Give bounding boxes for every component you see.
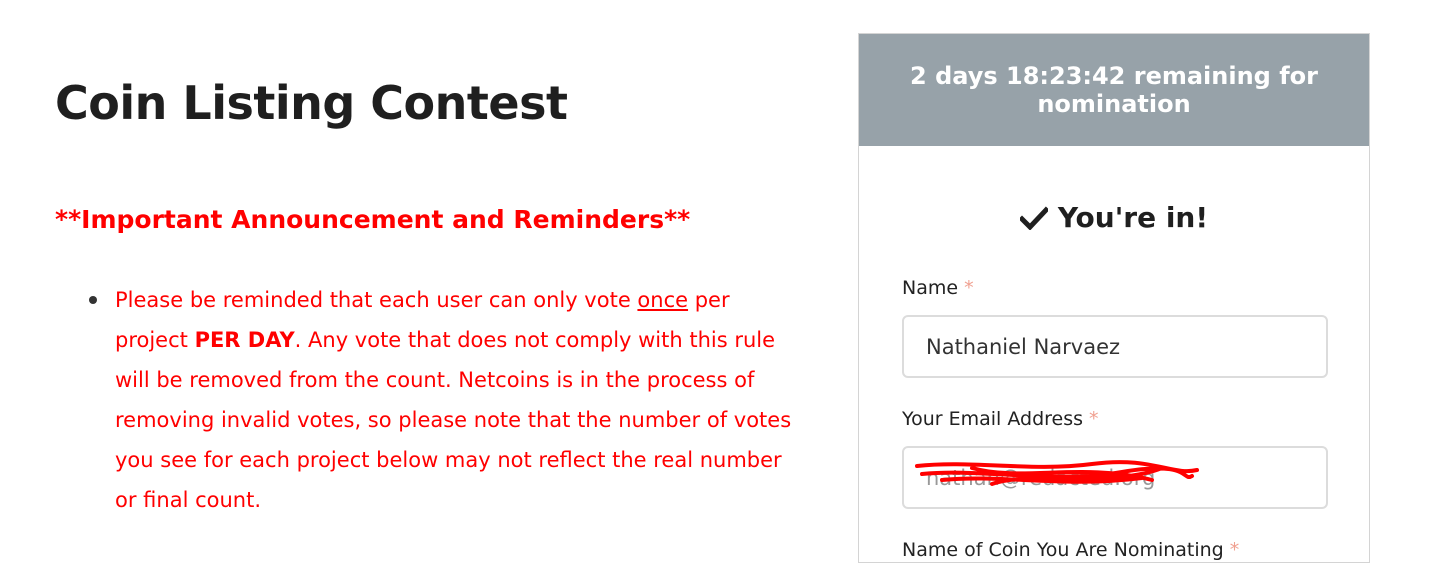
coin-label: Name of Coin You Are Nominating *	[902, 539, 1239, 561]
coin-label-text: Name of Coin You Are Nominating	[902, 539, 1224, 561]
required-mark: *	[1229, 539, 1240, 561]
email-label: Your Email Address *	[902, 408, 1099, 430]
required-mark: *	[1089, 408, 1099, 430]
name-label-text: Name	[902, 277, 959, 299]
email-label-text: Your Email Address	[902, 408, 1084, 430]
countdown-banner: 2 days 18:23:42 remaining for nomination	[859, 34, 1369, 146]
nomination-card: 2 days 18:23:42 remaining for nomination…	[858, 33, 1370, 563]
page-title: Coin Listing Contest	[55, 76, 568, 130]
announcement-text: Please be reminded that each user can on…	[115, 288, 638, 312]
email-field[interactable]	[902, 446, 1328, 509]
status-message: You're in!	[859, 201, 1369, 234]
announcement-item: Please be reminded that each user can on…	[89, 280, 795, 520]
status-text: You're in!	[1057, 201, 1209, 234]
name-field[interactable]	[902, 315, 1328, 378]
announcement-heading: **Important Announcement and Reminders**	[55, 205, 691, 234]
announcement-text: . Any vote that does not comply with thi…	[115, 328, 792, 512]
email-field-wrapper	[902, 446, 1328, 509]
check-icon	[1019, 205, 1048, 230]
announcement-list: Please be reminded that each user can on…	[85, 280, 795, 520]
announcement-underlined-text: once	[637, 288, 689, 312]
name-label: Name *	[902, 277, 974, 299]
required-mark: *	[964, 277, 974, 299]
announcement-bold-text: PER DAY	[194, 328, 295, 352]
